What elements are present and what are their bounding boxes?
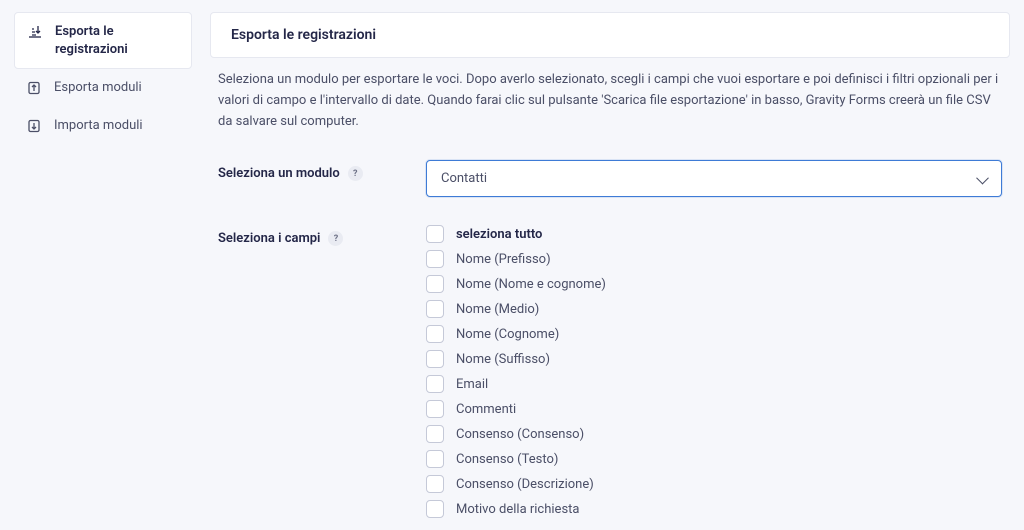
checkbox[interactable] (426, 275, 444, 293)
row-select-module: Seleziona un modulo ? Contatti (210, 160, 1010, 197)
field-row[interactable]: Nome (Prefisso) (426, 250, 1002, 268)
export-forms-icon (26, 80, 42, 96)
field-row[interactable]: Motivo della richiesta (426, 500, 1002, 518)
field-row[interactable]: Nome (Medio) (426, 300, 1002, 318)
checkbox[interactable] (426, 475, 444, 493)
field-row[interactable]: Nome (Suffisso) (426, 350, 1002, 368)
nav-label: Importa moduli (54, 117, 143, 135)
field-label: Nome (Nome e cognome) (456, 277, 606, 292)
checkbox[interactable] (426, 425, 444, 443)
module-select-value[interactable]: Contatti (426, 160, 1002, 197)
select-all-label: seleziona tutto (456, 227, 542, 242)
fields-checklist: seleziona tutto Nome (Prefisso) Nome (Nome… (426, 225, 1002, 518)
main-content: Esporta le registrazioni Seleziona un mo… (210, 12, 1010, 518)
field-row[interactable]: Consenso (Testo) (426, 450, 1002, 468)
field-label: Commenti (456, 402, 516, 417)
page-header-card: Esporta le registrazioni (210, 12, 1010, 58)
checkbox[interactable] (426, 375, 444, 393)
field-label: Consenso (Testo) (456, 452, 558, 467)
field-label: Nome (Suffisso) (456, 352, 550, 367)
field-label: Nome (Cognome) (456, 327, 559, 342)
field-label: Consenso (Descrizione) (456, 477, 594, 492)
checkbox[interactable] (426, 350, 444, 368)
field-row[interactable]: Nome (Cognome) (426, 325, 1002, 343)
nav-import-forms[interactable]: Importa moduli (14, 107, 192, 145)
select-fields-label: Seleziona i campi (218, 231, 320, 246)
field-row[interactable]: Nome (Nome e cognome) (426, 275, 1002, 293)
checkbox[interactable] (426, 500, 444, 518)
import-forms-icon (26, 118, 42, 134)
page-title: Esporta le registrazioni (211, 13, 1009, 57)
nav-label: Esporta moduli (54, 79, 142, 97)
field-row[interactable]: Consenso (Consenso) (426, 425, 1002, 443)
page-description: Seleziona un modulo per esportare le voc… (210, 58, 1010, 132)
field-label: Consenso (Consenso) (456, 427, 584, 442)
nav-export-forms[interactable]: Esporta moduli (14, 69, 192, 107)
checkbox[interactable] (426, 325, 444, 343)
checkbox[interactable] (426, 450, 444, 468)
help-icon[interactable]: ? (328, 231, 343, 246)
select-module-label: Seleziona un modulo (218, 166, 340, 181)
export-entries-icon (27, 24, 43, 40)
sidebar: Esporta le registrazioni Esporta moduli … (14, 12, 192, 518)
checkbox[interactable] (426, 250, 444, 268)
field-label: Motivo della richiesta (456, 502, 579, 517)
checkbox[interactable] (426, 400, 444, 418)
field-label: Nome (Medio) (456, 302, 539, 317)
field-row[interactable]: Consenso (Descrizione) (426, 475, 1002, 493)
help-icon[interactable]: ? (348, 166, 363, 181)
nav-label: Esporta le registrazioni (55, 23, 179, 58)
select-all-row[interactable]: seleziona tutto (426, 225, 1002, 243)
row-select-fields: Seleziona i campi ? seleziona tutto Nome … (210, 225, 1010, 518)
field-label: Nome (Prefisso) (456, 252, 551, 267)
module-select[interactable]: Contatti (426, 160, 1002, 197)
field-label: Email (456, 377, 488, 392)
nav-export-entries[interactable]: Esporta le registrazioni (14, 12, 192, 69)
checkbox[interactable] (426, 300, 444, 318)
field-row[interactable]: Email (426, 375, 1002, 393)
field-row[interactable]: Commenti (426, 400, 1002, 418)
checkbox[interactable] (426, 225, 444, 243)
